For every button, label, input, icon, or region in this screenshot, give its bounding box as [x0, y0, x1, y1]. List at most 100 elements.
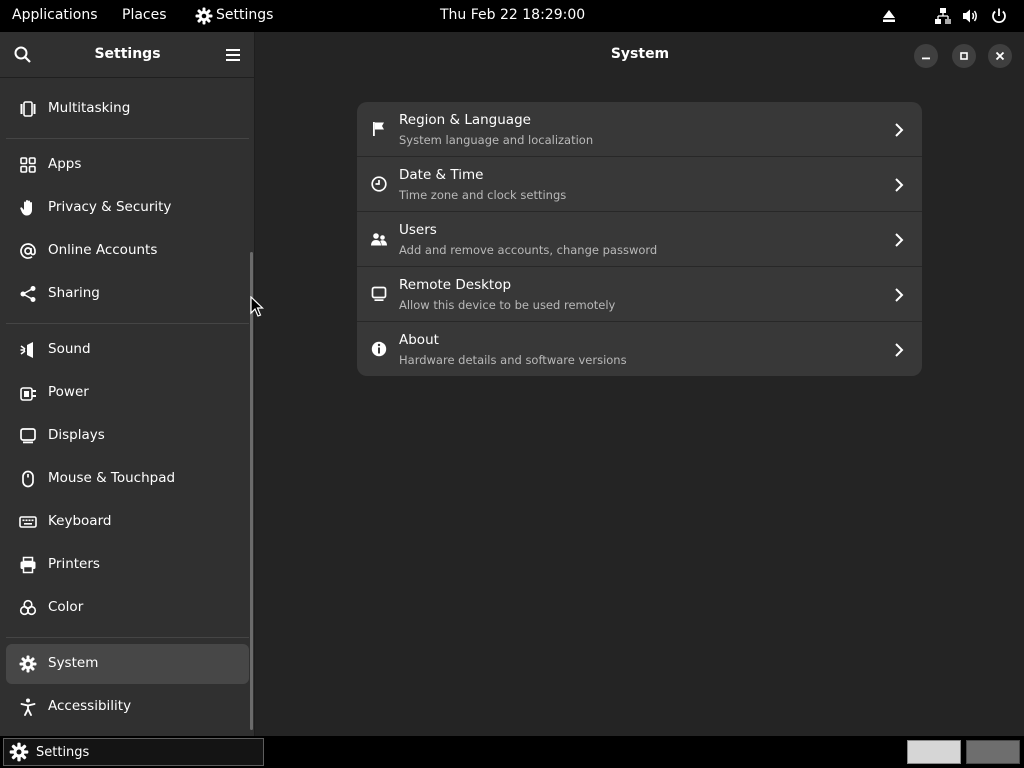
clock[interactable]: Thu Feb 22 18:29:00 [440, 0, 585, 32]
share-icon [20, 286, 36, 302]
sidebar-item-apps[interactable]: Apps [6, 145, 249, 185]
sidebar-separator [6, 637, 249, 638]
plug-icon [20, 387, 36, 401]
sidebar-item-displays[interactable]: Displays [6, 416, 249, 456]
sidebar-item-label: Accessibility [48, 698, 132, 714]
places-menu[interactable]: Places [122, 0, 167, 32]
sidebar-item-sound[interactable]: Sound [6, 330, 249, 370]
chevron-right-icon [895, 123, 904, 137]
sidebar-item-label: Online Accounts [48, 242, 158, 258]
sidebar-item-label: Keyboard [48, 513, 112, 529]
sidebar-item-sharing[interactable]: Sharing [6, 274, 249, 314]
sidebar-item-mouse-touchpad[interactable]: Mouse & Touchpad [6, 459, 249, 499]
minimize-button[interactable] [914, 44, 938, 68]
sidebar: Settings Multitasking Apps Privacy & Sec… [0, 32, 255, 736]
page-title: System [610, 46, 670, 62]
gear-icon [195, 7, 213, 25]
sidebar-item-label: Mouse & Touchpad [48, 470, 176, 486]
gear-icon [19, 655, 37, 673]
mouse-icon [22, 470, 34, 488]
hamburger-menu-icon[interactable] [223, 45, 243, 65]
taskbar-settings-button[interactable]: Settings [3, 738, 264, 766]
maximize-button[interactable] [952, 44, 976, 68]
region-language-row[interactable]: Region & Language System language and lo… [357, 102, 922, 157]
chevron-right-icon [895, 343, 904, 357]
monitor-icon [20, 428, 36, 444]
sidebar-item-color[interactable]: Color [6, 588, 249, 628]
speaker-icon [20, 342, 33, 358]
chevron-right-icon [895, 288, 904, 302]
row-title: About [399, 332, 439, 348]
color-icon [19, 599, 37, 616]
apps-icon [20, 157, 36, 173]
gear-icon [9, 742, 29, 762]
sidebar-item-accessibility[interactable]: Accessibility [6, 687, 249, 727]
hand-icon [20, 200, 32, 216]
sidebar-title: Settings [94, 46, 161, 62]
flag-icon [373, 122, 384, 136]
row-title: Region & Language [399, 112, 531, 128]
sidebar-item-label: System [48, 655, 99, 671]
sidebar-item-label: Multitasking [48, 100, 131, 116]
sidebar-item-label: Sharing [48, 285, 100, 301]
accessibility-icon [20, 698, 36, 716]
sidebar-item-power[interactable]: Power [6, 373, 249, 413]
volume-icon[interactable] [960, 6, 980, 26]
chevron-right-icon [895, 178, 904, 192]
workspace-1[interactable] [907, 740, 961, 764]
settings-app-menu[interactable]: Settings [194, 0, 284, 32]
chevron-right-icon [895, 233, 904, 247]
sidebar-scrollbar[interactable] [250, 252, 253, 730]
taskbar-settings-label: Settings [36, 745, 90, 760]
settings-window: Settings Multitasking Apps Privacy & Sec… [0, 32, 1024, 736]
row-title: Remote Desktop [399, 277, 512, 293]
sidebar-item-label: Apps [48, 156, 82, 172]
row-title: Date & Time [399, 167, 484, 183]
close-icon [995, 51, 1005, 61]
remote-desktop-icon [371, 286, 387, 301]
sidebar-separator [6, 323, 249, 324]
remote-desktop-row[interactable]: Remote Desktop Allow this device to be u… [357, 267, 922, 322]
row-subtitle: Time zone and clock settings [399, 188, 567, 202]
settings-app-label: Settings [216, 7, 274, 23]
sidebar-item-multitasking[interactable]: Multitasking [6, 89, 249, 129]
sidebar-item-online-accounts[interactable]: Online Accounts [6, 231, 249, 271]
applications-menu[interactable]: Applications [12, 0, 98, 32]
system-settings-list: Region & Language System language and lo… [357, 102, 922, 376]
sidebar-item-keyboard[interactable]: Keyboard [6, 502, 249, 542]
date-time-row[interactable]: Date & Time Time zone and clock settings [357, 157, 922, 212]
row-title: Users [399, 222, 437, 238]
printer-icon [20, 556, 36, 574]
top-panel: Applications Places Settings Thu Feb 22 … [0, 0, 1024, 32]
keyboard-icon [19, 516, 37, 528]
bottom-panel: Settings [0, 736, 1024, 768]
sidebar-item-label: Sound [48, 341, 91, 357]
workspace-2[interactable] [966, 740, 1020, 764]
about-row[interactable]: About Hardware details and software vers… [357, 322, 922, 376]
power-icon[interactable] [989, 6, 1009, 26]
sidebar-header: Settings [0, 32, 255, 78]
row-subtitle: System language and localization [399, 133, 594, 147]
eject-icon[interactable] [879, 6, 899, 26]
clock-icon [371, 176, 387, 192]
sidebar-separator [6, 138, 249, 139]
mouse-pointer-icon [250, 296, 264, 317]
sidebar-item-system[interactable]: System [6, 644, 249, 684]
multitasking-icon [20, 101, 36, 117]
info-icon [371, 341, 387, 357]
users-row[interactable]: Users Add and remove accounts, change pa… [357, 212, 922, 267]
row-subtitle: Hardware details and software versions [399, 353, 627, 367]
network-icon[interactable] [933, 6, 953, 26]
close-button[interactable] [988, 44, 1012, 68]
sidebar-item-label: Printers [48, 556, 100, 572]
row-subtitle: Allow this device to be used remotely [399, 298, 616, 312]
at-sign-icon [20, 243, 36, 259]
main-header: System [256, 32, 1024, 78]
minimize-icon [922, 57, 930, 60]
sidebar-item-label: Privacy & Security [48, 199, 172, 215]
sidebar-item-label: Displays [48, 427, 105, 443]
sidebar-item-printers[interactable]: Printers [6, 545, 249, 585]
sidebar-item-privacy-security[interactable]: Privacy & Security [6, 188, 249, 228]
users-icon [371, 233, 387, 246]
maximize-icon [960, 52, 968, 60]
